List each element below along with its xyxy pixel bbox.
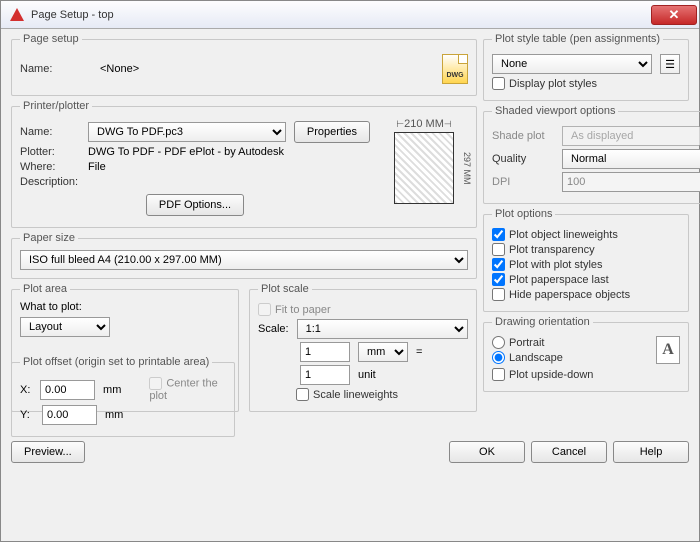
name-label: Name: (20, 63, 80, 75)
preview-width: ⊢210 MM⊣ (394, 118, 454, 130)
dwg-icon: DWG (442, 54, 468, 84)
plot-scale-legend: Plot scale (258, 283, 312, 295)
plot-paperspace-label: Plot paperspace last (509, 274, 609, 286)
where-label: Where: (20, 161, 80, 173)
plot-style-edit-button[interactable]: ☰ (660, 54, 680, 74)
plot-transparency-label: Plot transparency (509, 244, 595, 256)
plot-options-group: Plot options Plot object lineweights Plo… (483, 208, 689, 312)
page-setup-dialog: Page Setup - top ✕ Page setup Name: <Non… (0, 0, 700, 542)
y-input[interactable] (42, 405, 97, 425)
page-setup-name-value: <None> (100, 63, 139, 75)
plot-lineweights-checkbox[interactable] (492, 228, 505, 241)
display-plot-styles-checkbox[interactable] (492, 77, 505, 90)
pdf-options-button[interactable]: PDF Options... (146, 194, 244, 216)
plot-style-group: Plot style table (pen assignments) None … (483, 33, 689, 101)
scale-denominator-input[interactable] (300, 365, 350, 385)
dpi-label: DPI (492, 176, 554, 188)
description-label: Description: (20, 176, 80, 188)
center-plot-checkbox (149, 377, 162, 390)
preview-button[interactable]: Preview... (11, 441, 85, 463)
scale-label: Scale: (258, 323, 289, 335)
plot-style-legend: Plot style table (pen assignments) (492, 33, 663, 45)
portrait-label: Portrait (509, 337, 544, 349)
x-input[interactable] (40, 380, 95, 400)
unit-label: unit (358, 369, 376, 381)
close-button[interactable]: ✕ (651, 5, 697, 25)
dialog-footer: Preview... OK Cancel Help (1, 437, 699, 467)
plot-area-legend: Plot area (20, 283, 70, 295)
scale-lineweights-label: Scale lineweights (313, 389, 398, 401)
printer-legend: Printer/plotter (20, 100, 92, 112)
plot-offset-group: Plot offset (origin set to printable are… (11, 356, 235, 437)
x-mm-label: mm (103, 384, 121, 396)
hide-paperspace-label: Hide paperspace objects (509, 289, 630, 301)
y-mm-label: mm (105, 409, 123, 421)
left-column: Page setup Name: <None> DWG Printer/plot… (11, 33, 477, 437)
help-button[interactable]: Help (613, 441, 689, 463)
hide-paperspace-checkbox[interactable] (492, 288, 505, 301)
cancel-button[interactable]: Cancel (531, 441, 607, 463)
plot-transparency-checkbox[interactable] (492, 243, 505, 256)
titlebar: Page Setup - top ✕ (1, 1, 699, 29)
upside-down-label: Plot upside-down (509, 369, 593, 381)
window-title: Page Setup - top (31, 9, 651, 21)
preview-height: 297 MM (458, 132, 472, 204)
scale-numerator-input[interactable] (300, 342, 350, 362)
properties-button[interactable]: Properties (294, 121, 370, 143)
plot-styles-label: Plot with plot styles (509, 259, 603, 271)
fit-to-paper-checkbox (258, 303, 271, 316)
ok-button[interactable]: OK (449, 441, 525, 463)
printer-name-select[interactable]: DWG To PDF.pc3 (88, 122, 286, 142)
plot-style-select[interactable]: None (492, 54, 652, 74)
printer-name-label: Name: (20, 126, 80, 138)
paper-size-legend: Paper size (20, 232, 78, 244)
scale-select[interactable]: 1:1 (297, 319, 468, 339)
portrait-radio[interactable] (492, 336, 505, 349)
display-plot-styles-label: Display plot styles (509, 78, 597, 90)
quality-select[interactable]: Normal (562, 149, 700, 169)
plot-offset-legend: Plot offset (origin set to printable are… (20, 356, 212, 368)
printer-plotter-group: Printer/plotter Name: DWG To PDF.pc3 Pro… (11, 100, 477, 228)
quality-label: Quality (492, 153, 554, 165)
list-icon: ☰ (665, 58, 675, 71)
fit-to-paper-label: Fit to paper (275, 304, 331, 316)
shaded-legend: Shaded viewport options (492, 105, 618, 117)
paper-size-group: Paper size ISO full bleed A4 (210.00 x 2… (11, 232, 477, 279)
scale-lineweights-checkbox[interactable] (296, 388, 309, 401)
upside-down-checkbox[interactable] (492, 368, 505, 381)
shaded-viewport-group: Shaded viewport options Shade plot As dis… (483, 105, 700, 204)
plotter-value: DWG To PDF - PDF ePlot - by Autodesk (88, 146, 284, 158)
orientation-group: Drawing orientation Portrait Landscape A… (483, 316, 689, 392)
orientation-legend: Drawing orientation (492, 316, 593, 328)
app-icon (9, 7, 25, 23)
where-value: File (88, 161, 106, 173)
orientation-icon: A (656, 336, 680, 364)
plot-options-legend: Plot options (492, 208, 555, 220)
scale-unit-select[interactable]: mm (358, 342, 408, 362)
what-to-plot-select[interactable]: Layout (20, 317, 110, 337)
equals-label: = (416, 346, 422, 358)
landscape-radio[interactable] (492, 351, 505, 364)
plot-styles-checkbox[interactable] (492, 258, 505, 271)
paper-preview: ⊢210 MM⊣ 297 MM (386, 118, 468, 208)
right-column: Plot style table (pen assignments) None … (483, 33, 689, 437)
plot-scale-group: Plot scale Fit to paper Scale: 1:1 mm = (249, 283, 477, 412)
x-label: X: (20, 384, 32, 396)
plot-paperspace-checkbox[interactable] (492, 273, 505, 286)
page-setup-legend: Page setup (20, 33, 82, 45)
shade-plot-select: As displayed (562, 126, 700, 146)
paper-size-select[interactable]: ISO full bleed A4 (210.00 x 297.00 MM) (20, 250, 468, 270)
dialog-body: Page setup Name: <None> DWG Printer/plot… (1, 29, 699, 437)
preview-page (394, 132, 454, 204)
dpi-input (562, 172, 700, 192)
what-to-plot-label: What to plot: (20, 301, 230, 313)
page-setup-group: Page setup Name: <None> DWG (11, 33, 477, 96)
plot-lineweights-label: Plot object lineweights (509, 229, 618, 241)
shade-plot-label: Shade plot (492, 130, 554, 142)
landscape-label: Landscape (509, 352, 563, 364)
plotter-label: Plotter: (20, 146, 80, 158)
y-label: Y: (20, 409, 34, 421)
